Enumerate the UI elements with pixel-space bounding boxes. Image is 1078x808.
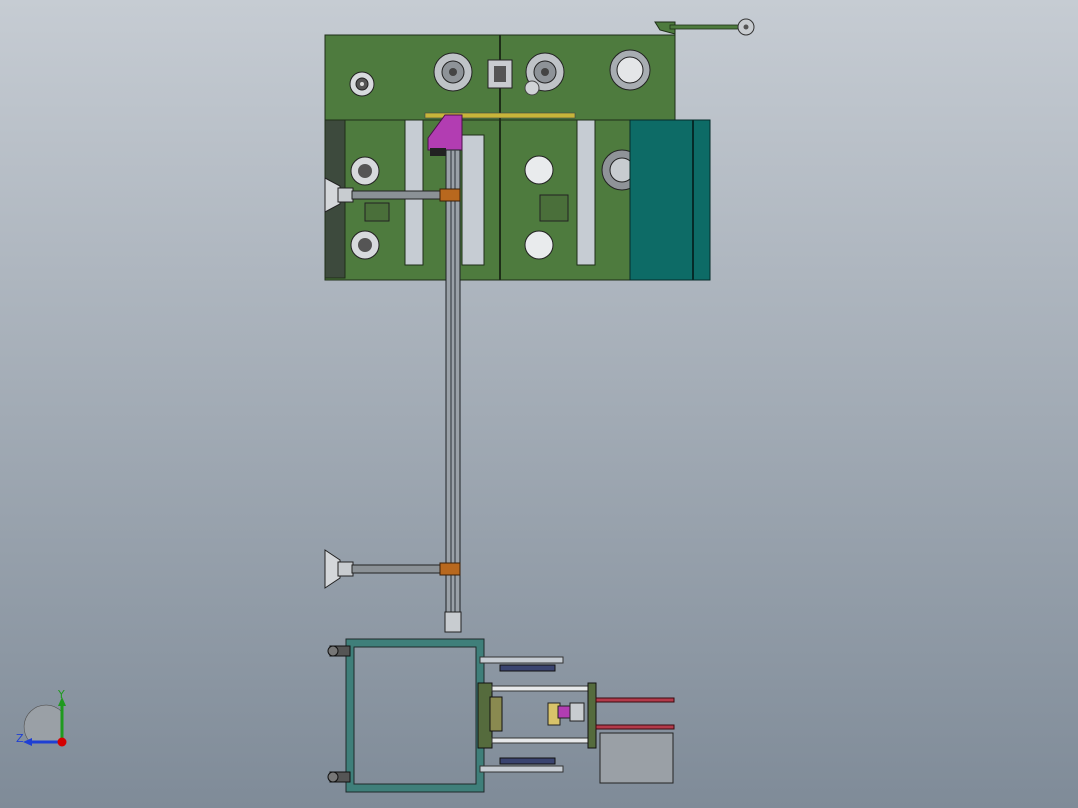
x-axis-dot: [57, 737, 67, 747]
guide-rod-bottom: [491, 737, 593, 744]
red-rod-top: [595, 697, 675, 703]
guide-rod-top: [491, 685, 593, 692]
rotation-arc-icon: [23, 704, 63, 743]
gear-left-top: [350, 156, 380, 186]
teal-cover-panel: [629, 119, 711, 281]
window-2: [461, 134, 485, 266]
end-plate: [587, 682, 597, 749]
arm-rod-lower: [351, 564, 448, 574]
orange-slider-upper: [439, 188, 461, 202]
column-end-cap: [444, 611, 462, 633]
pulley-upper-4: [609, 49, 651, 91]
red-rod-bottom: [595, 724, 675, 730]
mount-block-left: [364, 202, 390, 222]
navy-pad-bottom: [499, 757, 556, 765]
hole-upper: [524, 155, 554, 185]
guide-bar-bottom: [479, 765, 564, 773]
pulley-upper-1: [349, 71, 375, 97]
pulley-upper-2: [433, 52, 473, 92]
hole-lower: [524, 230, 554, 260]
mount-block-right: [539, 194, 569, 222]
grey-enclosure: [599, 732, 674, 784]
cad-viewport[interactable]: Y Z: [0, 0, 1078, 808]
coupling-center: [487, 59, 513, 89]
orange-slider-lower: [439, 562, 461, 576]
leveling-foot-top: [327, 645, 351, 657]
y-axis-label: Y: [58, 688, 65, 701]
arm-rod-upper: [351, 190, 448, 200]
gear-left-bottom: [350, 230, 380, 260]
guide-bar-top: [479, 656, 564, 664]
column-profile: [445, 149, 461, 633]
assembly-drawing[interactable]: [0, 0, 1078, 808]
z-axis-label: Z: [16, 732, 24, 745]
navy-pad-top: [499, 664, 556, 672]
leveling-foot-bottom: [327, 771, 351, 783]
vertical-linear-column[interactable]: [444, 149, 462, 633]
window-3: [576, 119, 596, 266]
